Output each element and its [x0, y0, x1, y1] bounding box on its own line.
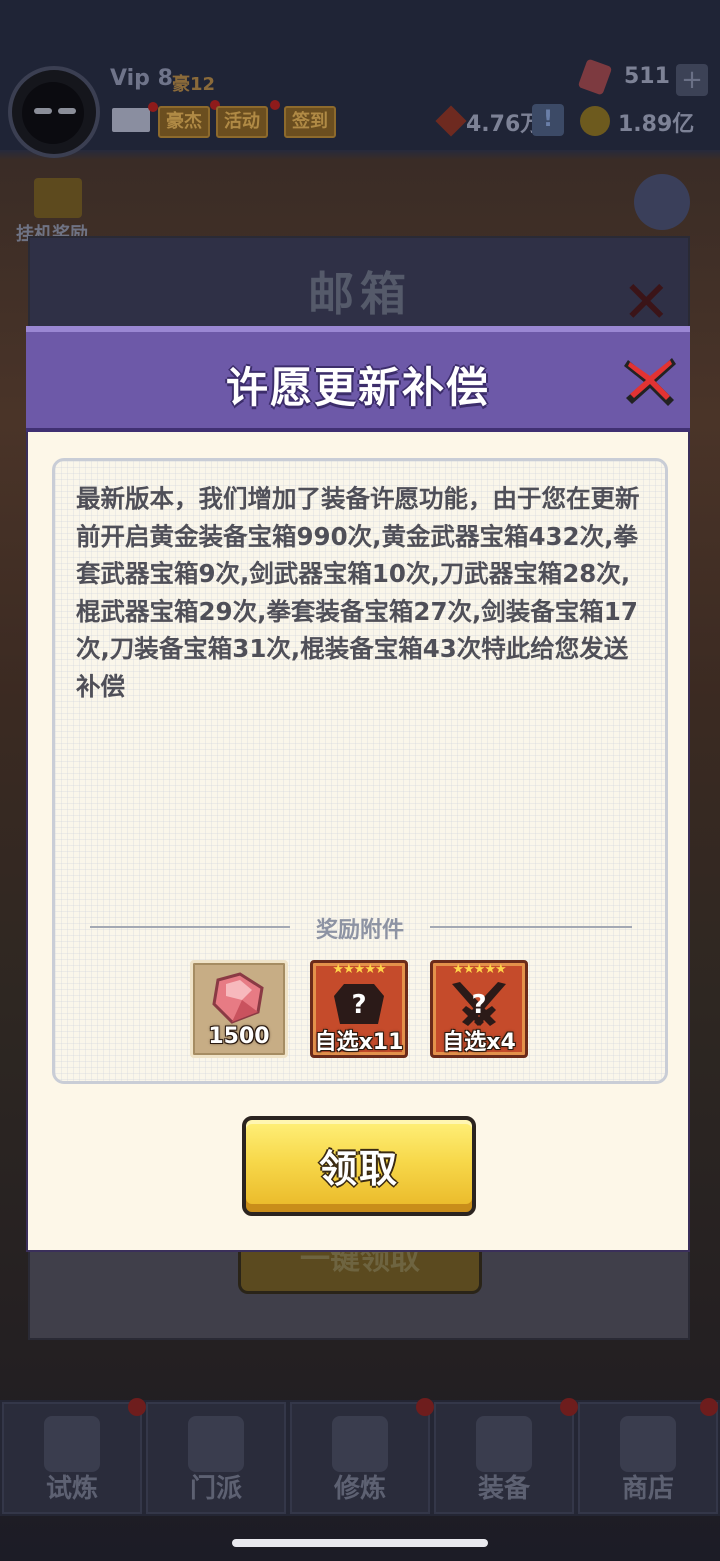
- reward-count-gems: 1500: [208, 1024, 270, 1049]
- reward-divider-left: [90, 926, 290, 928]
- ninja-eye-right: [58, 108, 76, 114]
- message-body: 最新版本，我们增加了装备许愿功能，由于您在更新前开启黄金装备宝箱990次,黄金武…: [76, 484, 640, 701]
- nav-dot-cultivate: [416, 1398, 434, 1416]
- nav-label-shop: 商店: [621, 1474, 674, 1504]
- mailbox-title: 邮箱: [308, 267, 412, 321]
- seal-value: 4.76万: [466, 112, 543, 137]
- reward-stars-weapon: ★★★★★: [452, 962, 506, 977]
- reward-count-armor: 自选x11: [314, 1030, 404, 1055]
- vip-level: Vip 8: [110, 66, 173, 91]
- reward-stars-armor: ★★★★★: [332, 962, 386, 977]
- gem-icon: [212, 972, 264, 1024]
- idle-reward-chest-icon[interactable]: [34, 178, 82, 218]
- nav-label-cultivate: 修炼: [333, 1474, 386, 1504]
- nav-label-trial: 试炼: [45, 1474, 98, 1504]
- reward-divider-right: [430, 926, 632, 928]
- info-button[interactable]: !: [532, 104, 564, 136]
- tag-activity[interactable]: 活动: [216, 106, 268, 138]
- scroll-icon: [332, 1416, 388, 1472]
- nav-label-sect: 门派: [189, 1474, 242, 1504]
- mystery-question-icon-2: ?: [471, 990, 487, 1020]
- coin-count: 1.89亿: [618, 112, 695, 137]
- reward-label: 奖励附件: [315, 918, 404, 943]
- mail-notification-dot: [148, 102, 158, 112]
- tag-hero[interactable]: 豪杰: [158, 106, 210, 138]
- top-bar: [0, 0, 720, 150]
- activity-notification-dot: [270, 100, 280, 110]
- add-gems-button[interactable]: +: [676, 64, 708, 96]
- mystery-question-icon: ?: [351, 990, 367, 1020]
- temple-icon: [188, 1416, 244, 1472]
- claim-button-label: 领取: [318, 1147, 399, 1191]
- ghost-icon[interactable]: [634, 174, 690, 230]
- ninja-icon: [44, 1416, 100, 1472]
- nav-dot-shop: [700, 1398, 718, 1416]
- tag-checkin[interactable]: 签到: [284, 106, 336, 138]
- coin-icon: [580, 106, 610, 136]
- dialog-title: 许愿更新补偿: [225, 363, 490, 412]
- sword-icon: [476, 1416, 532, 1472]
- reward-count-weapon: 自选x4: [442, 1030, 516, 1055]
- mail-icon[interactable]: [112, 108, 150, 132]
- shop-icon: [620, 1416, 676, 1472]
- nav-dot-equipment: [560, 1398, 578, 1416]
- vip-sub-level: 豪12: [172, 74, 216, 95]
- nav-dot-trial: [128, 1398, 146, 1416]
- home-indicator[interactable]: [232, 1539, 488, 1547]
- close-icon[interactable]: [620, 350, 680, 410]
- ninja-eye-left: [34, 108, 52, 114]
- gem-count: 511: [624, 64, 670, 89]
- nav-label-equipment: 装备: [477, 1474, 530, 1504]
